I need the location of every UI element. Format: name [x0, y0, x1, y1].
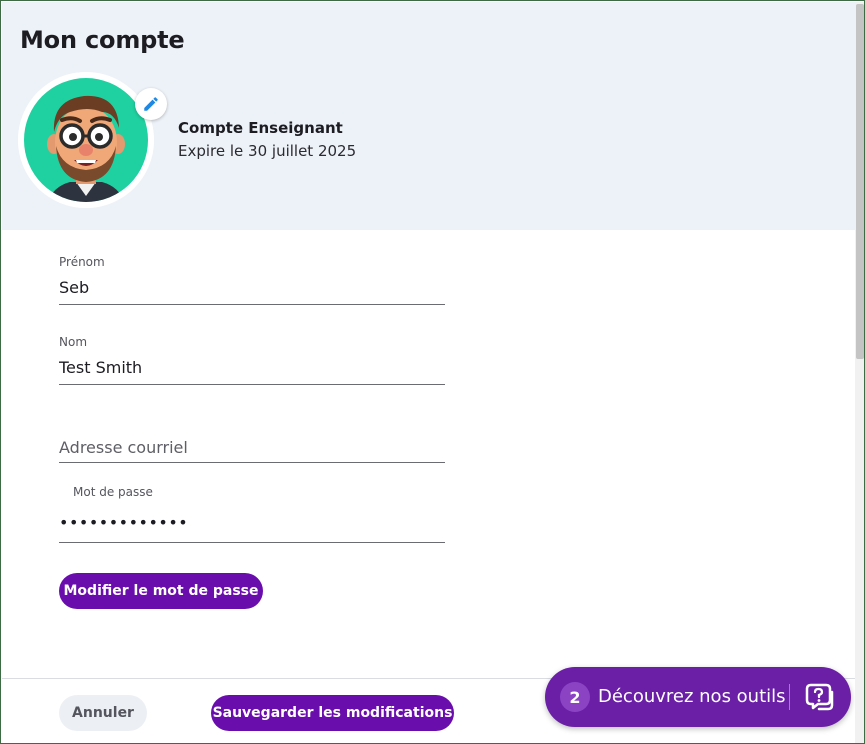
password-label: Mot de passe: [73, 485, 153, 499]
first-name-field: Prénom: [59, 253, 445, 305]
last-name-label: Nom: [59, 335, 88, 349]
account-expiry: Expire le 30 juillet 2025: [178, 142, 357, 160]
pencil-icon: [144, 97, 158, 111]
avatar-illustration: [18, 72, 154, 208]
email-input[interactable]: [59, 435, 445, 459]
first-name-label: Prénom: [59, 255, 105, 269]
first-name-input[interactable]: [59, 275, 445, 299]
edit-avatar-button[interactable]: [135, 88, 167, 120]
discover-tools-button[interactable]: 2 Découvrez nos outils: [545, 667, 851, 727]
help-chat-icon: [804, 681, 836, 717]
avatar[interactable]: [18, 72, 154, 208]
account-page: Mon compte Compte Enseignant Expire le 3…: [0, 0, 865, 744]
email-field: [59, 413, 445, 463]
password-input[interactable]: •••••••••••••: [59, 513, 445, 535]
scrollbar[interactable]: [855, 2, 864, 743]
discover-count-badge: 2: [560, 682, 590, 712]
scrollbar-thumb[interactable]: [856, 4, 864, 359]
cancel-button[interactable]: Annuler: [59, 695, 147, 731]
account-type: Compte Enseignant: [178, 119, 343, 137]
password-field: Mot de passe •••••••••••••: [59, 483, 445, 543]
last-name-input[interactable]: [59, 355, 445, 379]
last-name-field: Nom: [59, 333, 445, 385]
discover-divider: [789, 684, 790, 710]
discover-label: Découvrez nos outils: [598, 686, 786, 707]
save-button[interactable]: Sauvegarder les modifications: [211, 695, 454, 731]
page-title: Mon compte: [20, 26, 185, 54]
change-password-button[interactable]: Modifier le mot de passe: [59, 573, 263, 609]
